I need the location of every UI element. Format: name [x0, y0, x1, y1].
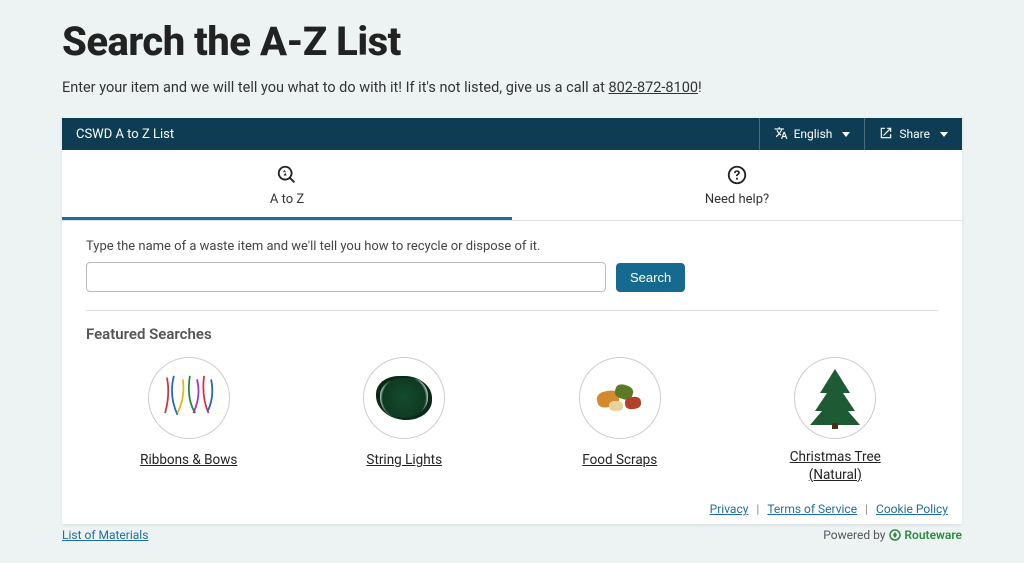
divider	[86, 310, 938, 311]
featured-item-ribbons[interactable]: Ribbons & Bows	[86, 357, 292, 484]
christmas-tree-icon	[794, 357, 876, 439]
widget-footer: Privacy | Terms of Service | Cookie Poli…	[62, 494, 962, 524]
featured-label: Ribbons & Bows	[140, 452, 237, 470]
chevron-down-icon	[842, 132, 850, 137]
below-widget-row: List of Materials Powered by Routeware	[62, 528, 962, 542]
recycle-search-icon	[276, 164, 298, 186]
share-icon	[879, 126, 893, 143]
translate-icon	[774, 126, 788, 143]
search-row: Search	[86, 262, 938, 292]
powered-by: Powered by Routeware	[823, 528, 962, 542]
featured-label: Food Scraps	[582, 452, 657, 470]
tab-atoz[interactable]: A to Z	[62, 150, 512, 220]
az-widget: CSWD A to Z List English Share	[62, 118, 962, 524]
widget-body: Type the name of a waste item and we'll …	[62, 221, 962, 494]
search-button[interactable]: Search	[616, 263, 685, 292]
tab-atoz-label: A to Z	[270, 192, 304, 207]
tab-help[interactable]: Need help?	[512, 150, 962, 220]
widget-title: CSWD A to Z List	[62, 118, 759, 150]
separator: |	[865, 502, 868, 516]
featured-item-scraps[interactable]: Food Scraps	[517, 357, 723, 484]
share-label: Share	[899, 127, 930, 141]
powered-prefix: Powered by	[823, 528, 885, 542]
intro-text: Enter your item and we will tell you wha…	[62, 79, 962, 96]
cookie-link[interactable]: Cookie Policy	[876, 502, 948, 516]
language-label: English	[794, 127, 833, 141]
share-button[interactable]: Share	[864, 118, 962, 150]
search-input[interactable]	[86, 262, 606, 292]
tab-bar: A to Z Need help?	[62, 150, 962, 221]
help-icon	[726, 164, 748, 186]
featured-item-tree[interactable]: Christmas Tree (Natural)	[733, 357, 939, 484]
page-title: Search the A-Z List	[62, 18, 962, 65]
search-label: Type the name of a waste item and we'll …	[86, 239, 938, 254]
ribbons-icon	[148, 357, 230, 439]
powered-brand: Routeware	[889, 528, 962, 542]
language-button[interactable]: English	[759, 118, 865, 150]
intro-after: !	[698, 79, 702, 96]
featured-label: String Lights	[366, 452, 442, 470]
featured-item-lights[interactable]: String Lights	[302, 357, 508, 484]
phone-link[interactable]: 802-872-8100	[609, 79, 699, 96]
featured-row: Ribbons & Bows String Lights	[86, 357, 938, 484]
string-lights-icon	[363, 357, 445, 439]
terms-link[interactable]: Terms of Service	[767, 502, 857, 516]
routeware-logo-icon	[889, 529, 901, 541]
food-scraps-icon	[579, 357, 661, 439]
intro-before: Enter your item and we will tell you wha…	[62, 79, 609, 96]
featured-label: Christmas Tree (Natural)	[770, 449, 900, 484]
featured-title: Featured Searches	[86, 325, 938, 343]
widget-header: CSWD A to Z List English Share	[62, 118, 962, 150]
list-of-materials-link[interactable]: List of Materials	[62, 528, 148, 542]
tab-help-label: Need help?	[705, 192, 769, 207]
privacy-link[interactable]: Privacy	[710, 502, 749, 516]
chevron-down-icon	[940, 132, 948, 137]
separator: |	[756, 502, 759, 516]
